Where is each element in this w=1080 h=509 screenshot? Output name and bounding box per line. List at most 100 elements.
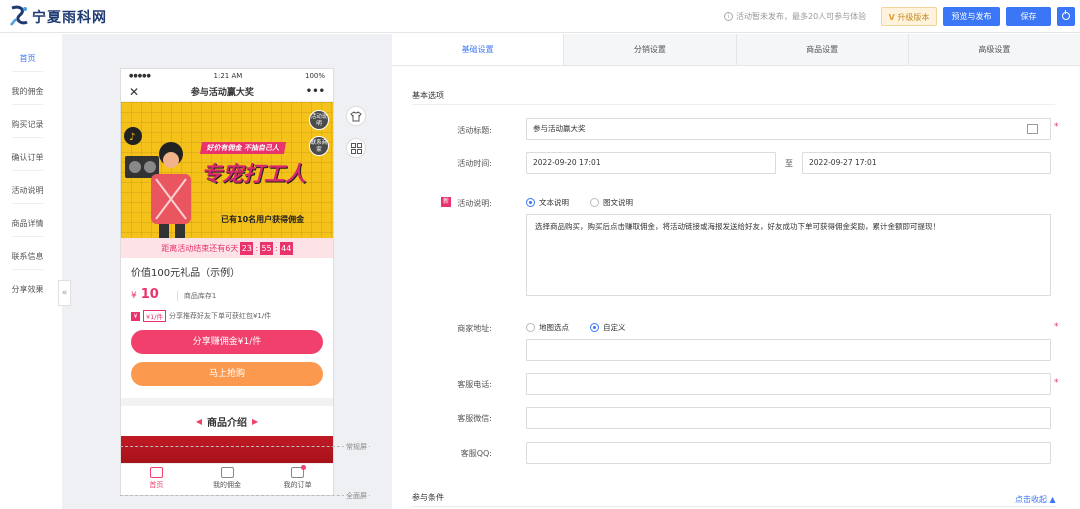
upgrade-label: 升级版本	[897, 13, 930, 22]
section-divider	[412, 506, 1055, 507]
tab-label: 我的佣金	[213, 481, 241, 489]
section-gap	[121, 398, 333, 406]
power-icon	[1062, 10, 1070, 20]
banner-headline: 专宠打工人	[201, 162, 306, 186]
tab-advanced-settings[interactable]: 高级设置	[907, 34, 1080, 65]
settings-tabs: 基础设置 分销设置 商品设置 高级设置	[392, 34, 1080, 66]
phone-tab-orders[interactable]: 我的订单	[262, 464, 333, 495]
brand-name: 宁夏雨科网	[32, 10, 107, 26]
currency-symbol: ¥	[131, 291, 137, 301]
countdown-minutes: 55	[260, 241, 274, 255]
tab-product-settings[interactable]: 商品设置	[735, 34, 908, 65]
share-commission-button[interactable]: 分享赚佣金¥1/件	[131, 330, 323, 354]
phone-tab-bar: 首页 我的佣金 我的订单	[121, 463, 333, 495]
status-time: 1:21 AM	[213, 71, 243, 80]
status-battery: 100%	[304, 71, 325, 80]
save-button[interactable]: 保存	[1006, 7, 1051, 26]
time-label: 活动时间:	[457, 159, 492, 168]
phone-status-bar: ●●●●● 1:21 AM 100%	[121, 69, 333, 82]
rules-badge[interactable]: 活动说明	[309, 110, 329, 130]
qq-input[interactable]	[526, 442, 1051, 464]
preview-tools	[346, 106, 366, 170]
tab-label: 我的订单	[283, 481, 312, 489]
grid-icon	[350, 142, 362, 154]
upgrade-v-icon: V	[888, 13, 895, 22]
collapse-section-link[interactable]: 点击收起 ▲	[1015, 494, 1056, 505]
contact-badge[interactable]: 联系商家	[309, 136, 329, 156]
upgrade-button[interactable]: V 升级版本	[881, 7, 937, 26]
nav-item-home[interactable]: 首页	[0, 34, 55, 72]
signal-icon: ●●●●●	[129, 72, 151, 79]
worker-illustration: ♪	[124, 127, 191, 238]
title-input[interactable]: 参与活动赢大奖	[526, 118, 1051, 140]
tab-distribution-settings[interactable]: 分销设置	[563, 34, 735, 65]
full-screen-label: 全面屏	[344, 491, 369, 501]
end-time-input[interactable]: 2022-09-27 17:01	[802, 152, 1051, 174]
order-icon	[291, 465, 307, 478]
phone-title: 参与活动赢大奖	[190, 88, 254, 98]
phone-nav-bar: ✕ 参与活动赢大奖 •••	[121, 82, 333, 102]
time-separator: 至	[785, 159, 793, 168]
countdown-sep: :	[275, 243, 278, 253]
radio-checked-icon	[526, 198, 535, 207]
left-arrow-icon: ◀	[195, 416, 202, 426]
product-intro-header: ◀ 商品介绍 ▶	[121, 406, 333, 436]
notice-text: 活动暂未发布，最多20人可参与体验	[736, 12, 867, 21]
wechat-input[interactable]	[526, 407, 1051, 429]
home-icon	[149, 467, 163, 478]
phone-tab-commission[interactable]: 我的佣金	[192, 464, 263, 495]
countdown-bar: 距离活动结束还有6天 23 : 55 : 44	[121, 238, 333, 258]
section-conditions-title: 参与条件	[412, 493, 444, 502]
logout-button[interactable]	[1057, 7, 1075, 26]
required-mark: *	[1054, 322, 1059, 332]
address-label: 商家地址:	[457, 324, 492, 333]
section-basic-title: 基本选项	[412, 91, 444, 100]
radio-unchecked-icon	[526, 323, 535, 332]
nav-item-share-effect[interactable]: 分享效果	[0, 265, 55, 298]
tab-basic-settings[interactable]: 基础设置	[392, 34, 564, 65]
nav-item-commission[interactable]: 我的佣金	[0, 67, 55, 105]
more-icon[interactable]: •••	[306, 86, 325, 97]
intro-title: 商品介绍	[207, 417, 247, 429]
title-label: 活动标题:	[457, 126, 492, 135]
nav-item-activity-desc[interactable]: 活动说明	[0, 166, 55, 204]
start-time-input[interactable]: 2022-09-20 17:01	[526, 152, 776, 174]
full-screen-marker	[120, 495, 370, 496]
nav-item-purchase-records[interactable]: 购买记录	[0, 100, 55, 138]
radio-label: 图文说明	[603, 198, 633, 207]
desc-option-text[interactable]: 文本说明	[526, 197, 569, 208]
close-icon[interactable]: ✕	[129, 85, 139, 99]
stock-text: 商品库存1	[176, 291, 216, 301]
nav-item-product-detail[interactable]: 商品详情	[0, 199, 55, 237]
right-arrow-icon: ▶	[252, 416, 259, 426]
desc-textarea[interactable]: 选择商品购买，购买后点击赚取佣金，将活动链接或海报发送给好友，好友成功下单可获得…	[526, 214, 1051, 296]
logo-icon	[10, 5, 28, 26]
preview-publish-button[interactable]: 预览与发布	[943, 7, 1000, 26]
countdown-hours: 23	[240, 241, 254, 255]
top-bar: 宁夏雨科网 i 活动暂未发布，最多20人可参与体验 V 升级版本 预览与发布 保…	[0, 0, 1080, 33]
brand-logo[interactable]: 宁夏雨科网	[8, 4, 107, 30]
theme-shirt-button[interactable]	[346, 106, 366, 126]
nav-item-confirm-order[interactable]: 确认订单	[0, 133, 55, 171]
layout-grid-button[interactable]	[346, 138, 366, 158]
address-input[interactable]	[526, 339, 1051, 361]
addr-option-custom[interactable]: 自定义	[590, 322, 626, 333]
phone-preview: ●●●●● 1:21 AM 100% ✕ 参与活动赢大奖 ••• ♪ 活动说明 …	[120, 68, 334, 496]
text-format-icon[interactable]	[1027, 124, 1038, 134]
phone-tab-home[interactable]: 首页	[121, 464, 192, 495]
countdown-label: 距离活动结束还有6天	[161, 243, 239, 253]
desc-option-rich[interactable]: 图文说明	[590, 197, 633, 208]
countdown-sep: :	[255, 243, 259, 253]
red-packet-icon: ¥	[131, 311, 140, 321]
radio-label: 文本说明	[539, 198, 569, 207]
nav-item-contact[interactable]: 联系信息	[0, 232, 55, 270]
addr-option-map[interactable]: 地图选点	[526, 322, 569, 333]
phone-label: 客服电话:	[457, 380, 492, 389]
phone-input[interactable]	[526, 373, 1051, 395]
collapse-nav-button[interactable]: «	[58, 280, 71, 306]
required-mark: *	[1054, 122, 1059, 132]
normal-screen-marker	[120, 446, 370, 447]
countdown-seconds: 44	[279, 241, 293, 255]
product-info: 价值100元礼品（示例） ¥ 10 商品库存1 ¥ ¥1/件 分享推荐好友下单可…	[121, 258, 333, 386]
buy-now-button[interactable]: 马上抢购	[131, 362, 323, 386]
